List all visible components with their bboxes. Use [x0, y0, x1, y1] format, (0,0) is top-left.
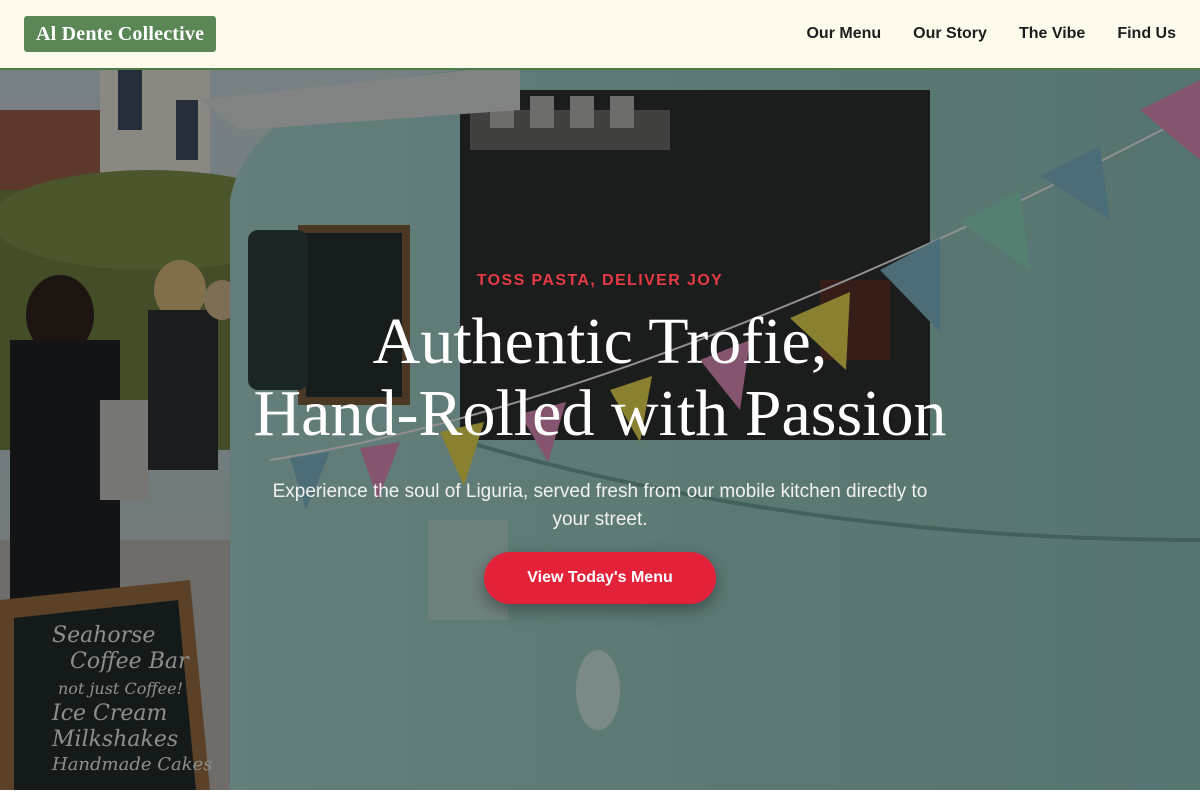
nav-link-our-menu[interactable]: Our Menu [806, 25, 881, 43]
hero-section: Seahorse Coffee Bar not just Coffee! Ice… [0, 70, 1200, 790]
site-header: Al Dente Collective Our Menu Our Story T… [0, 0, 1200, 70]
hero-headline-line-1: Authentic Trofie, [372, 305, 828, 378]
hero-eyebrow: TOSS PASTA, DELIVER JOY [476, 272, 724, 289]
nav-link-find-us[interactable]: Find Us [1117, 25, 1176, 43]
hero-headline: Authentic Trofie, Hand-Rolled with Passi… [254, 306, 947, 450]
hero-headline-line-2: Hand-Rolled with Passion [253, 377, 947, 450]
nav-link-our-story[interactable]: Our Story [913, 25, 987, 43]
page-bottom-edge [0, 790, 1200, 800]
hero-subtext: Experience the soul of Liguria, served f… [272, 481, 928, 530]
main-nav: Our Menu Our Story The Vibe Find Us [806, 25, 1176, 43]
view-menu-button[interactable]: View Today's Menu [484, 552, 716, 604]
hero-content: TOSS PASTA, DELIVER JOY Authentic Trofie… [0, 70, 1200, 790]
nav-link-the-vibe[interactable]: The Vibe [1019, 25, 1085, 43]
brand-logo[interactable]: Al Dente Collective [24, 16, 217, 52]
